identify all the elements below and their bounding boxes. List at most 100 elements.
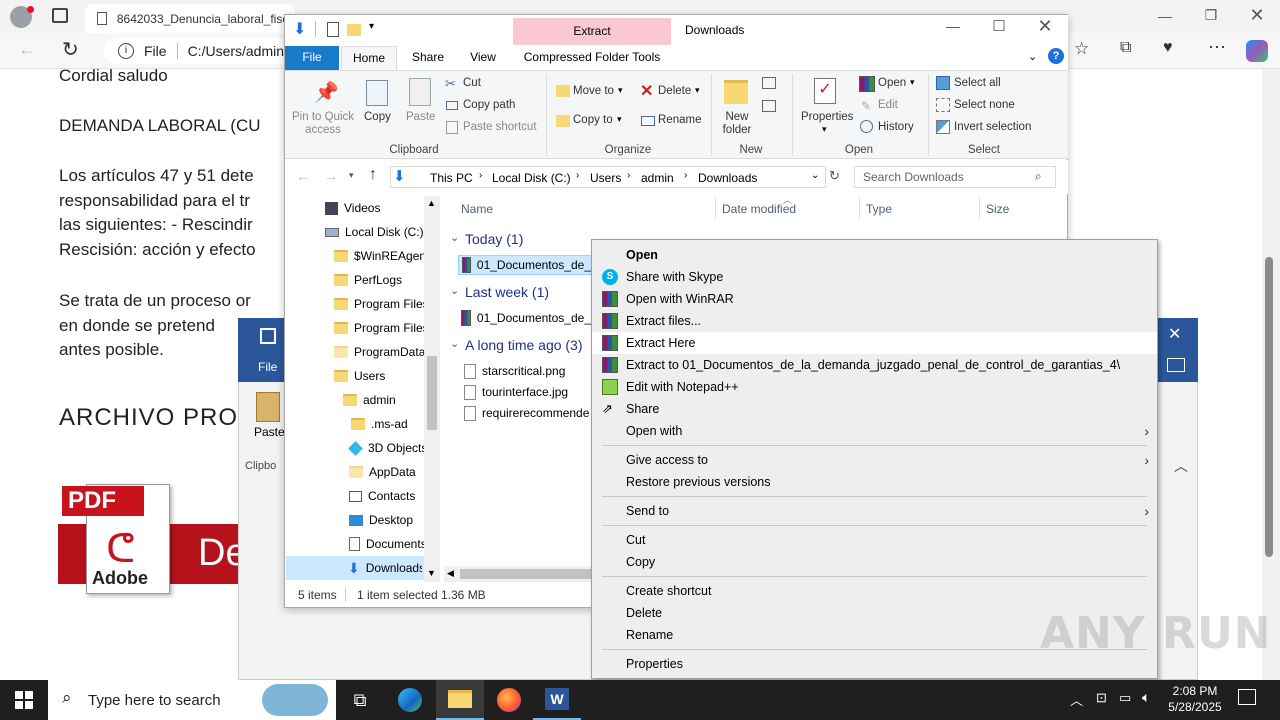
help-icon[interactable]: ? <box>1048 48 1064 64</box>
file-row-selected[interactable]: 01_Documentos_de_ <box>458 255 592 275</box>
menu-item-give-access[interactable]: Give access to › <box>592 449 1157 471</box>
breadcrumb-item[interactable]: Local Disk (C:) <box>492 171 571 185</box>
edit-button[interactable]: Edit <box>878 99 898 111</box>
search-icon[interactable]: ⌕ <box>1035 169 1042 184</box>
column-name[interactable]: Name <box>461 202 493 216</box>
breadcrumb-sep-icon[interactable]: › <box>479 170 482 181</box>
scroll-up-arrow-icon[interactable]: ▲ <box>427 198 436 208</box>
word-paste-icon[interactable] <box>256 392 280 422</box>
properties-qat-icon[interactable] <box>327 22 339 37</box>
open-chevron-icon[interactable]: ▾ <box>910 77 915 88</box>
collections-icon[interactable]: ⧉ <box>1120 39 1131 57</box>
group-header-long-ago[interactable]: A long time ago (3) <box>465 337 591 353</box>
volume-icon[interactable]: 🔈︎ <box>1142 689 1150 706</box>
copy-to-chevron-icon[interactable]: ▾ <box>617 114 622 125</box>
new-folder-qat-icon[interactable] <box>347 24 361 36</box>
breadcrumb-sep-icon[interactable]: › <box>576 170 579 181</box>
reload-icon[interactable]: ↻ <box>62 37 79 62</box>
nav-item-folder[interactable]: admin <box>343 388 396 412</box>
properties-button[interactable]: Properties <box>801 111 853 123</box>
word-paste-label[interactable]: Paste <box>254 425 285 439</box>
menu-item-extract-here[interactable]: Extract Here <box>592 332 1157 354</box>
notifications-icon[interactable] <box>1238 689 1256 705</box>
address-refresh-icon[interactable]: ↻ <box>829 168 840 184</box>
toolbar-favorites-icon[interactable]: ☆ <box>1074 39 1089 59</box>
nav-item-folder[interactable]: ProgramData <box>334 340 425 364</box>
tab-file[interactable]: File <box>285 46 339 70</box>
nav-item-folder[interactable]: Program Files <box>334 316 429 340</box>
cut-button[interactable]: Cut <box>463 77 481 89</box>
word-file-tab[interactable]: File <box>258 360 277 374</box>
copy-to-button[interactable]: Copy to <box>573 114 613 126</box>
browser-tab[interactable]: 8642033_Denuncia_laboral_fisca <box>85 4 295 33</box>
menu-item-create-shortcut[interactable]: Create shortcut <box>592 580 1157 602</box>
group-header-last-week[interactable]: Last week (1) <box>465 284 549 300</box>
menu-item-send-to[interactable]: Send to › <box>592 500 1157 522</box>
tab-home[interactable]: Home <box>341 46 397 71</box>
copilot-icon[interactable] <box>1246 40 1268 62</box>
new-folder-button[interactable]: New folder <box>718 111 756 137</box>
edge-taskbar-icon[interactable] <box>386 680 434 720</box>
file-row[interactable]: 01_Documentos_de_ <box>461 308 591 328</box>
delete-chevron-icon[interactable]: ▾ <box>695 85 700 96</box>
nav-pane-scrollbar-thumb[interactable] <box>427 356 437 430</box>
group-header-today[interactable]: Today (1) <box>465 231 523 247</box>
show-hidden-icons[interactable]: ︿ <box>1070 690 1083 709</box>
easy-access-icon[interactable] <box>762 100 776 112</box>
menu-item-share-skype[interactable]: S Share with Skype <box>592 266 1157 288</box>
nav-item-downloads[interactable]: ⬇ Downloads <box>286 556 424 580</box>
nav-item-folder[interactable]: Program Files <box>334 292 429 316</box>
minimize-icon[interactable]: — <box>930 18 976 34</box>
nav-item-desktop[interactable]: Desktop <box>349 508 413 532</box>
group-chevron-icon[interactable]: ⌄ <box>450 337 459 350</box>
properties-chevron-icon[interactable]: ▾ <box>822 124 827 135</box>
menu-item-share[interactable]: ⇗ Share <box>592 398 1157 420</box>
scroll-down-arrow-icon[interactable]: ▼ <box>427 568 436 578</box>
word-save-icon[interactable] <box>260 328 276 344</box>
paste-shortcut-button[interactable]: Paste shortcut <box>463 121 537 133</box>
nav-item-contacts[interactable]: Contacts <box>349 484 415 508</box>
word-comments-icon[interactable] <box>1167 358 1185 372</box>
history-button[interactable]: History <box>878 121 914 133</box>
menu-item-open-with[interactable]: Open with › <box>592 420 1157 442</box>
more-menu-icon[interactable]: ⋯ <box>1208 37 1226 58</box>
paste-button[interactable]: Paste <box>406 111 435 123</box>
menu-item-open[interactable]: Open <box>592 244 1157 266</box>
nav-forward-icon[interactable]: → <box>324 168 338 184</box>
nav-item-local-disk[interactable]: Local Disk (C:) <box>325 220 424 244</box>
tab-view[interactable]: View <box>460 46 506 70</box>
word-close-icon[interactable]: ✕ <box>1168 324 1181 344</box>
group-chevron-icon[interactable]: ⌄ <box>450 284 459 297</box>
word-collapse-ribbon-icon[interactable]: ︿ <box>1174 456 1188 476</box>
tab-share[interactable]: Share <box>405 46 451 70</box>
breadcrumb-item[interactable]: This PC <box>430 171 473 185</box>
nav-item-folder[interactable]: Users <box>334 364 385 388</box>
search-downloads-input[interactable]: Search Downloads <box>854 166 1056 188</box>
file-row[interactable]: starscritical.png <box>464 361 591 381</box>
rename-button[interactable]: Rename <box>658 114 701 126</box>
menu-item-cut[interactable]: Cut <box>592 529 1157 551</box>
wifi-icon[interactable]: ▭ <box>1119 690 1131 706</box>
copy-path-button[interactable]: Copy path <box>463 99 515 111</box>
recent-locations-icon[interactable]: ▾ <box>349 170 354 181</box>
qat-dropdown-icon[interactable]: ▾ <box>369 21 374 32</box>
ribbon-expand-icon[interactable]: ⌄ <box>1028 50 1037 63</box>
nav-back-icon[interactable]: ← <box>296 168 310 184</box>
browser-close-icon[interactable]: ✕ <box>1234 5 1280 26</box>
menu-item-restore-versions[interactable]: Restore previous versions <box>592 471 1157 493</box>
file-list-hscrollbar[interactable]: ◀ <box>444 566 592 582</box>
menu-item-extract-to[interactable]: Extract to 01_Documentos_de_la_demanda_j… <box>592 354 1157 376</box>
nav-item-folder[interactable]: PerfLogs <box>334 268 402 292</box>
nav-pane-scrollbar[interactable]: ▲ ▼ <box>424 196 440 582</box>
menu-item-notepadpp[interactable]: Edit with Notepad++ <box>592 376 1157 398</box>
pin-to-quick-access-button[interactable]: Pin to Quick access <box>291 111 355 137</box>
firefox-taskbar-icon[interactable] <box>485 680 533 720</box>
move-to-chevron-icon[interactable]: ▾ <box>618 85 623 96</box>
extract-context-tab[interactable]: Extract <box>513 18 671 45</box>
nav-item-videos[interactable]: Videos <box>325 196 380 220</box>
copy-button[interactable]: Copy <box>364 111 391 123</box>
breadcrumb-item[interactable]: Users <box>590 171 621 185</box>
scroll-left-arrow-icon[interactable]: ◀ <box>447 568 454 579</box>
breadcrumb-item[interactable]: Downloads <box>698 171 757 185</box>
nav-item-3d-objects[interactable]: 3D Objects <box>348 436 427 460</box>
